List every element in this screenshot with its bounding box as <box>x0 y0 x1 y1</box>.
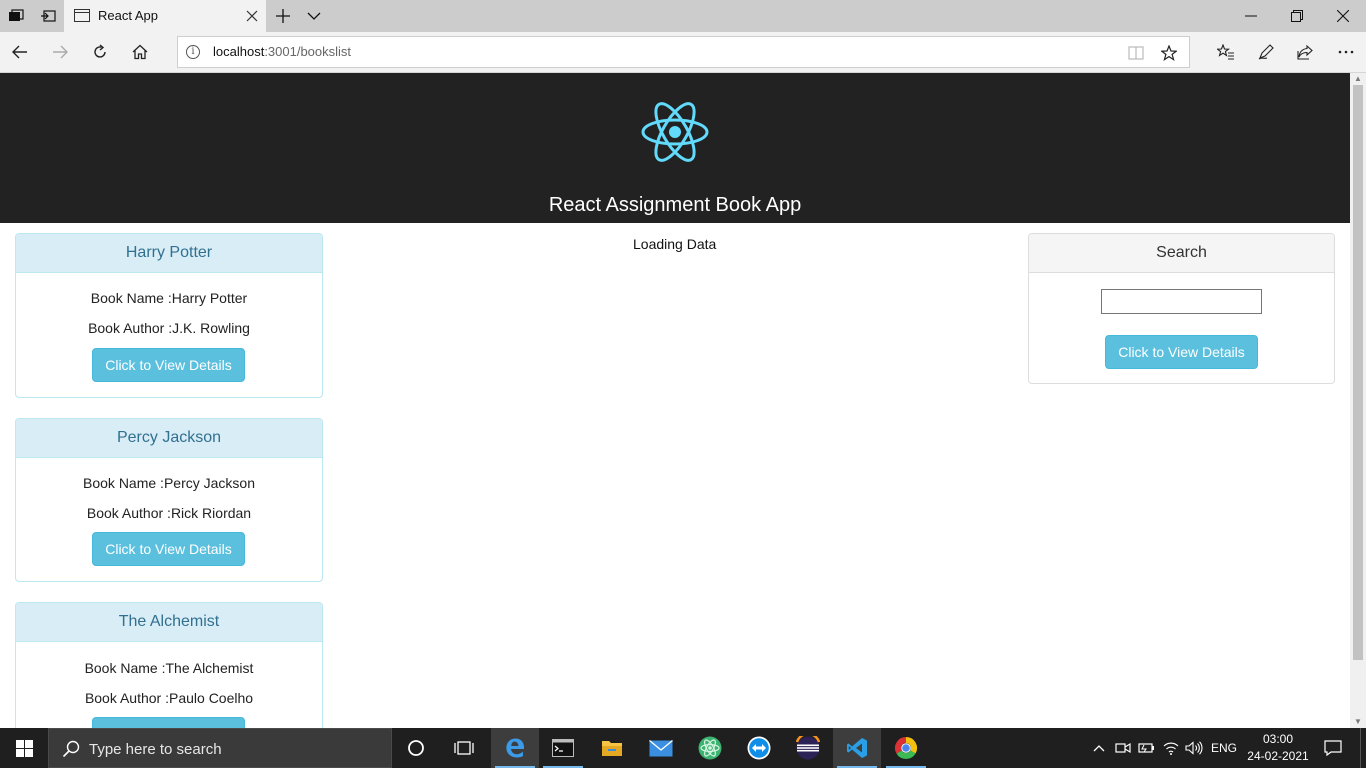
book-name: Book Name :Harry Potter <box>90 290 248 306</box>
eclipse-ide-icon[interactable] <box>784 728 832 768</box>
chrome-icon[interactable] <box>882 728 930 768</box>
book-name: Book Name :Percy Jackson <box>83 475 255 491</box>
atom-editor-icon[interactable] <box>686 728 734 768</box>
book-card-heading: Harry Potter <box>16 234 322 273</box>
search-panel: Search Click to View Details <box>1028 233 1335 384</box>
search-heading: Search <box>1029 234 1334 273</box>
search-input[interactable] <box>1101 289 1262 314</box>
command-prompt-icon[interactable] <box>539 728 587 768</box>
scroll-up-icon[interactable]: ▲ <box>1350 73 1366 85</box>
more-options-icon[interactable] <box>1330 36 1362 68</box>
scrollbar-thumb[interactable] <box>1353 85 1363 660</box>
tab-title: React App <box>98 8 158 23</box>
edge-browser-icon[interactable] <box>491 728 539 768</box>
vscode-icon[interactable] <box>833 728 881 768</box>
book-card: Harry Potter Book Name :Harry Potter Boo… <box>15 233 323 398</box>
book-author: Book Author :Rick Riordan <box>86 505 252 521</box>
clock-time: 03:00 <box>1262 732 1294 746</box>
mail-icon[interactable] <box>637 728 685 768</box>
new-tab-icon[interactable] <box>267 0 299 32</box>
book-card-heading: Percy Jackson <box>16 419 322 458</box>
book-card: Percy Jackson Book Name :Percy Jackson B… <box>15 418 323 582</box>
browser-nav-bar: i localhost:3001/bookslist <box>0 32 1366 73</box>
volume-speaker-icon[interactable] <box>1183 728 1205 768</box>
back-arrow-icon[interactable] <box>4 36 36 68</box>
show-desktop-button[interactable] <box>1360 728 1366 768</box>
favorite-star-icon[interactable] <box>1157 41 1181 65</box>
file-explorer-icon[interactable] <box>588 728 636 768</box>
system-clock[interactable]: 03:00 24-02-2021 <box>1243 731 1313 765</box>
tab-react-app[interactable]: React App <box>64 0 266 32</box>
action-center-notification-icon[interactable] <box>1318 728 1348 768</box>
taskbar-search-box[interactable]: Type here to search <box>48 728 392 768</box>
favorites-hub-icon[interactable] <box>1210 36 1242 68</box>
forward-arrow-icon[interactable] <box>44 36 76 68</box>
view-details-button[interactable]: Click to View Details <box>92 532 245 566</box>
cortana-icon[interactable] <box>392 728 440 768</box>
site-info-icon[interactable]: i <box>186 45 200 59</box>
windows-start-icon[interactable] <box>0 728 48 768</box>
view-details-button[interactable]: Click to View Details <box>92 717 245 728</box>
close-window-icon[interactable] <box>1320 0 1366 32</box>
language-indicator[interactable]: ENG <box>1207 728 1241 768</box>
set-tabs-aside-icon[interactable] <box>32 0 64 32</box>
reading-view-icon[interactable] <box>1124 41 1148 65</box>
taskbar-search-placeholder: Type here to search <box>89 741 222 758</box>
refresh-icon[interactable] <box>84 36 116 68</box>
react-logo-icon <box>641 102 709 162</box>
search-icon <box>62 740 80 758</box>
minimize-icon[interactable] <box>1228 0 1274 32</box>
meet-now-icon[interactable] <box>1112 728 1134 768</box>
app-title: React Assignment Book App <box>548 194 802 216</box>
show-hidden-icons-chevron-icon[interactable] <box>1088 728 1110 768</box>
app-header: React Assignment Book App <box>0 73 1350 223</box>
windows-taskbar: Type here to search ENG 03:00 24-02-2021 <box>0 728 1366 768</box>
teamviewer-icon[interactable] <box>735 728 783 768</box>
book-card-heading: The Alchemist <box>16 603 322 642</box>
browser-tab-bar: React App <box>0 0 1366 32</box>
task-view-icon[interactable] <box>440 728 488 768</box>
book-name: Book Name :The Alchemist <box>84 660 254 676</box>
restore-icon[interactable] <box>1274 0 1320 32</box>
loading-text: Loading Data <box>633 236 717 252</box>
clock-date: 24-02-2021 <box>1247 749 1309 763</box>
tab-preview-chevron-icon[interactable] <box>298 0 330 32</box>
book-card: The Alchemist Book Name :The Alchemist B… <box>15 602 323 728</box>
share-icon[interactable] <box>1289 36 1321 68</box>
scroll-down-icon[interactable]: ▼ <box>1350 716 1366 728</box>
book-author: Book Author :Paulo Coelho <box>84 690 254 706</box>
close-tab-icon[interactable] <box>240 4 264 28</box>
wifi-network-icon[interactable] <box>1160 728 1182 768</box>
tab-actions-icon[interactable] <box>0 0 32 32</box>
url-text: localhost:3001/bookslist <box>213 44 352 59</box>
battery-power-icon[interactable] <box>1136 728 1158 768</box>
home-icon[interactable] <box>124 36 156 68</box>
web-note-pen-icon[interactable] <box>1250 36 1282 68</box>
address-bar[interactable]: i localhost:3001/bookslist <box>177 36 1190 68</box>
page-icon <box>74 9 90 22</box>
search-view-details-button[interactable]: Click to View Details <box>1105 335 1258 369</box>
page-scrollbar[interactable]: ▲ ▼ <box>1350 73 1366 728</box>
page-viewport: React Assignment Book App Harry Potter B… <box>0 73 1350 728</box>
book-author: Book Author :J.K. Rowling <box>88 320 250 336</box>
view-details-button[interactable]: Click to View Details <box>92 348 245 382</box>
